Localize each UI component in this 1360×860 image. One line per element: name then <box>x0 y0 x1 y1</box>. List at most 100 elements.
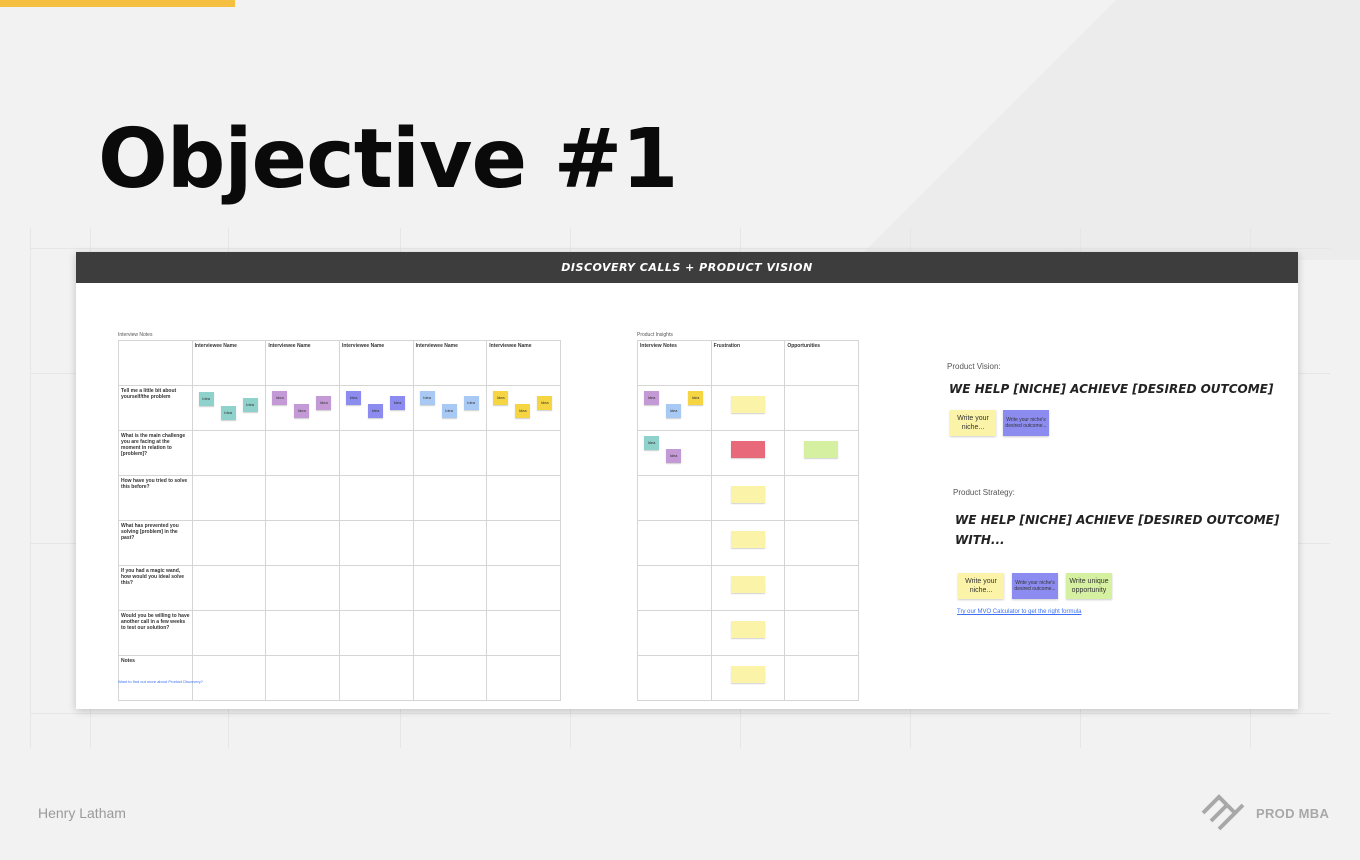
niche-sticky-note[interactable]: Write your niche... <box>958 573 1004 599</box>
table-cell[interactable] <box>265 475 340 521</box>
table-cell[interactable] <box>191 520 267 566</box>
table-cell[interactable] <box>637 655 712 701</box>
idea-sticky-note[interactable]: Idea <box>345 391 361 405</box>
frustration-sticky-note[interactable] <box>730 621 765 638</box>
unique-opportunity-sticky-note[interactable]: Write unique opportunity <box>1066 573 1112 599</box>
table-cell[interactable]: Idea Idea Idea <box>486 385 561 431</box>
table-cell[interactable] <box>710 610 786 656</box>
idea-sticky-note[interactable]: Idea <box>220 406 236 420</box>
table-cell[interactable] <box>637 475 712 521</box>
table-cell[interactable]: Idea Idea Idea <box>191 385 267 431</box>
table-cell[interactable] <box>412 610 488 656</box>
idea-sticky-note[interactable]: Idea <box>666 449 681 463</box>
idea-sticky-note[interactable]: Idea <box>493 391 509 405</box>
idea-sticky-note[interactable]: Idea <box>367 404 383 418</box>
table-cell[interactable] <box>784 430 859 476</box>
column-header: Interviewee Name <box>486 340 561 386</box>
table-cell[interactable] <box>486 520 561 566</box>
table-cell[interactable] <box>412 475 488 521</box>
table-cell[interactable] <box>784 520 859 566</box>
table-cell[interactable] <box>338 610 414 656</box>
table-cell[interactable] <box>486 655 561 701</box>
idea-sticky-note[interactable]: Idea <box>644 436 659 450</box>
discovery-board[interactable]: DISCOVERY CALLS + PRODUCT VISION Intervi… <box>76 252 1298 709</box>
table-cell[interactable] <box>784 385 859 431</box>
idea-sticky-note[interactable]: Idea <box>463 396 479 410</box>
frustration-sticky-note[interactable] <box>730 576 765 593</box>
table-cell[interactable]: Idea Idea Idea <box>338 385 414 431</box>
idea-sticky-note[interactable]: Idea <box>515 404 531 418</box>
table-cell[interactable] <box>338 520 414 566</box>
table-cell[interactable]: Idea Idea Idea <box>637 385 712 431</box>
table-cell[interactable] <box>412 430 488 476</box>
table-cell[interactable] <box>784 610 859 656</box>
table-cell[interactable]: Idea Idea Idea <box>412 385 488 431</box>
table-cell[interactable] <box>191 565 267 611</box>
idea-sticky-note[interactable]: Idea <box>316 396 332 410</box>
table-cell[interactable] <box>710 430 786 476</box>
table-row <box>637 655 859 701</box>
table-cell[interactable] <box>265 430 340 476</box>
table-cell[interactable] <box>486 430 561 476</box>
table-cell[interactable] <box>191 430 267 476</box>
desired-outcome-sticky-note[interactable]: Write your niche's desired outcome... <box>1003 410 1049 436</box>
desired-outcome-sticky-note[interactable]: Write your niche's desired outcome... <box>1012 573 1058 599</box>
table-cell[interactable]: Idea Idea Idea <box>265 385 340 431</box>
idea-sticky-note[interactable]: Idea <box>419 391 435 405</box>
brand-name: PROD MBA <box>1256 805 1330 821</box>
idea-sticky-note[interactable]: Idea <box>242 398 258 412</box>
idea-sticky-note[interactable]: Idea <box>537 396 553 410</box>
table-cell[interactable] <box>265 520 340 566</box>
frustration-sticky-note[interactable] <box>730 531 765 548</box>
table-cell[interactable] <box>338 475 414 521</box>
idea-sticky-note[interactable]: Idea <box>644 391 659 405</box>
table-cell[interactable] <box>784 655 859 701</box>
table-cell[interactable] <box>191 655 267 701</box>
table-row <box>637 520 859 566</box>
opportunity-sticky-note[interactable] <box>804 441 839 458</box>
mvo-calculator-link[interactable]: Try our MVO Calculator to get the right … <box>957 609 1082 615</box>
table-cell[interactable] <box>265 565 340 611</box>
table-cell[interactable] <box>265 610 340 656</box>
table-cell[interactable] <box>412 565 488 611</box>
niche-sticky-note[interactable]: Write your niche... <box>950 410 996 436</box>
table-cell[interactable] <box>338 565 414 611</box>
table-cell[interactable] <box>784 565 859 611</box>
table-cell[interactable] <box>338 430 414 476</box>
table-cell[interactable] <box>637 610 712 656</box>
table-cell[interactable]: Idea Idea <box>637 430 712 476</box>
idea-sticky-note[interactable]: Idea <box>198 392 214 406</box>
table-cell[interactable] <box>486 565 561 611</box>
idea-sticky-note[interactable]: Idea <box>389 396 405 410</box>
frustration-sticky-note[interactable] <box>730 396 765 413</box>
frustration-sticky-note[interactable] <box>730 666 765 683</box>
idea-sticky-note[interactable]: Idea <box>688 391 703 405</box>
prod-mba-logo-icon <box>1201 794 1245 831</box>
table-cell[interactable] <box>710 565 786 611</box>
table-cell[interactable] <box>637 565 712 611</box>
table-cell[interactable] <box>412 655 488 701</box>
table-cell[interactable] <box>191 475 267 521</box>
table-cell[interactable] <box>486 475 561 521</box>
table-cell[interactable] <box>710 385 786 431</box>
frustration-sticky-note[interactable] <box>730 441 765 458</box>
table-cell[interactable] <box>412 520 488 566</box>
table-cell[interactable] <box>710 475 786 521</box>
table-cell[interactable] <box>265 655 340 701</box>
table-cell[interactable] <box>637 520 712 566</box>
idea-sticky-note[interactable]: Idea <box>441 404 457 418</box>
table-cell[interactable] <box>710 520 786 566</box>
table-cell[interactable] <box>710 655 786 701</box>
idea-sticky-note[interactable]: Idea <box>272 391 288 405</box>
table-cell[interactable] <box>338 655 414 701</box>
column-header: Frustration <box>710 340 786 386</box>
idea-sticky-note[interactable]: Idea <box>294 404 310 418</box>
discovery-help-link[interactable]: Want to find out more about Product Disc… <box>118 679 203 684</box>
idea-sticky-note[interactable]: Idea <box>666 404 681 418</box>
table-cell[interactable] <box>486 610 561 656</box>
frustration-sticky-note[interactable] <box>730 486 765 503</box>
table-cell[interactable] <box>191 610 267 656</box>
table-cell[interactable] <box>784 475 859 521</box>
product-strategy-label: Product Strategy: <box>953 488 1015 497</box>
column-header: Interviewee Name <box>412 340 488 386</box>
